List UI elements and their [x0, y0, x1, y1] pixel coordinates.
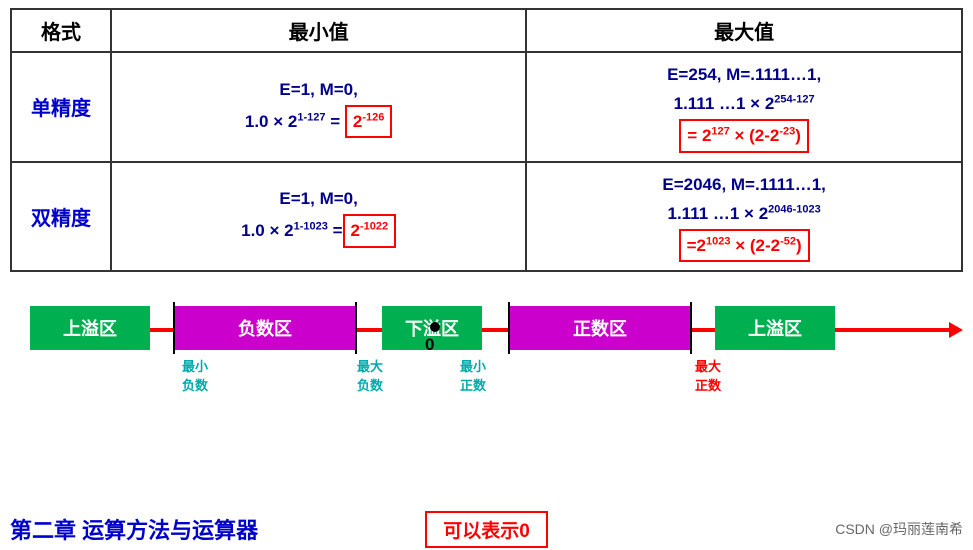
zone-negative: 负数区	[175, 306, 355, 350]
double-max-result: =21023 × (2-2-52)	[679, 229, 810, 262]
single-max-line1: E=254, M=.1111…1,	[535, 61, 953, 88]
double-min-line1: E=1, M=0,	[120, 185, 517, 212]
single-max-line2: 1.111 …1 × 2254-127	[535, 90, 953, 117]
double-min-result: 2-1022	[343, 214, 397, 247]
single-max-value: E=254, M=.1111…1, 1.111 …1 × 2254-127 = …	[526, 52, 962, 162]
zone-overflow-left: 上溢区	[30, 306, 150, 350]
double-max-line3: =21023 × (2-2-52)	[535, 229, 953, 262]
bottom-right-credit: CSDN @玛丽莲南希	[645, 519, 963, 539]
label-min-pos: 最小正数	[443, 356, 503, 394]
table-row-double: 双精度 E=1, M=0, 1.0 × 21-1023 =2-1022 E=20…	[11, 162, 962, 272]
zone-positive: 正数区	[510, 306, 690, 350]
label-max-neg: 最大负数	[340, 356, 400, 394]
single-min-value: E=1, M=0, 1.0 × 21-127 = 2-126	[111, 52, 526, 162]
zone-negative-label: 负数区	[238, 315, 292, 341]
numberline-section: 上溢区 负数区 下溢区 0 正数区 上溢区 最小负数 最大负数 最小正数 最大正…	[0, 276, 973, 396]
zero-representable-label: 可以表示0	[425, 511, 548, 548]
col-header-format: 格式	[11, 9, 111, 52]
table-section: 格式 最小值 最大值 单精度 E=1, M=0, 1.0 × 21-127 = …	[0, 0, 973, 276]
double-min-value: E=1, M=0, 1.0 × 21-1023 =2-1022	[111, 162, 526, 272]
bottom-left-text: 第二章 运算方法与运算器	[10, 513, 328, 545]
bottom-section: 第二章 运算方法与运算器 可以表示0 CSDN @玛丽莲南希	[0, 508, 973, 550]
double-max-value: E=2046, M=.1111…1, 1.111 …1 × 22046-1023…	[526, 162, 962, 272]
zone-positive-label: 正数区	[573, 315, 627, 341]
single-min-line2: 1.0 × 21-127 = 2-126	[120, 105, 517, 138]
double-min-line2: 1.0 × 21-1023 =2-1022	[120, 214, 517, 247]
zone-overflow-left-label: 上溢区	[63, 315, 117, 341]
double-max-line2: 1.111 …1 × 22046-1023	[535, 200, 953, 227]
bracket-neg-right	[355, 302, 357, 354]
float-range-table: 格式 最小值 最大值 单精度 E=1, M=0, 1.0 × 21-127 = …	[10, 8, 963, 272]
row-label-double: 双精度	[11, 162, 111, 272]
single-min-result: 2-126	[345, 105, 393, 138]
zero-label: 0	[425, 335, 434, 355]
bottom-center: 可以表示0	[328, 511, 646, 548]
zone-overflow-right-label: 上溢区	[748, 315, 802, 341]
table-row-single: 单精度 E=1, M=0, 1.0 × 21-127 = 2-126 E=254…	[11, 52, 962, 162]
bracket-pos-right	[690, 302, 692, 354]
numberline-container: 上溢区 负数区 下溢区 0 正数区 上溢区 最小负数 最大负数 最小正数 最大正…	[10, 286, 963, 396]
col-header-max: 最大值	[526, 9, 962, 52]
label-min-neg: 最小负数	[165, 356, 225, 394]
label-max-pos: 最大正数	[678, 356, 738, 394]
single-max-line3: = 2127 × (2-2-23)	[535, 119, 953, 152]
single-min-line1: E=1, M=0,	[120, 76, 517, 103]
zone-overflow-right: 上溢区	[715, 306, 835, 350]
row-label-single: 单精度	[11, 52, 111, 162]
single-max-result: = 2127 × (2-2-23)	[679, 119, 809, 152]
col-header-min: 最小值	[111, 9, 526, 52]
double-max-line1: E=2046, M=.1111…1,	[535, 171, 953, 198]
